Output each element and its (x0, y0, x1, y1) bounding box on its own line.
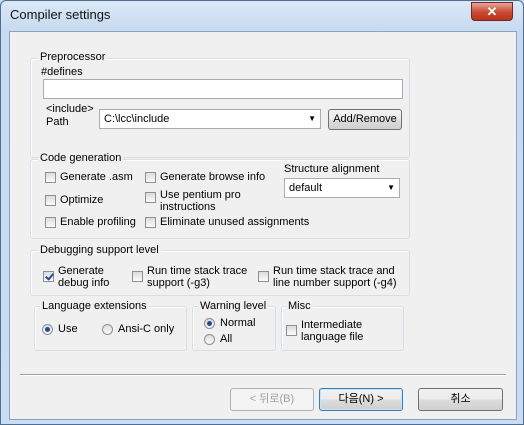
include-path-combobox[interactable]: C:\lcc\include ▼ (99, 109, 321, 129)
defines-label: #defines (41, 66, 83, 78)
defines-input[interactable] (43, 79, 403, 99)
intermediate-language-checkbox[interactable] (286, 325, 297, 336)
bottom-separator (20, 374, 506, 376)
code-generation-group-label: Code generation (38, 152, 124, 164)
close-icon: ✕ (486, 4, 498, 19)
enable-profiling-label: Enable profiling (60, 216, 136, 228)
eliminate-unused-label: Eliminate unused assignments (160, 216, 310, 228)
debugging-support-group-label: Debugging support level (38, 244, 161, 256)
warning-all-label: All (220, 333, 233, 345)
optimize-checkbox[interactable] (45, 195, 56, 206)
misc-group-label: Misc (286, 300, 313, 312)
stack-trace-g4-label: Run time stack trace and (273, 265, 395, 277)
include-label: <include> (46, 103, 94, 115)
generate-debug-info-checkbox[interactable] (43, 271, 54, 282)
generate-asm-label: Generate .asm (60, 171, 133, 183)
stack-trace-g3-checkbox[interactable] (132, 271, 143, 282)
language-ansi-label: Ansi-C only (118, 323, 175, 335)
include-path-value: C:\lcc\include (104, 113, 170, 125)
intermediate-language-label: Intermediate (301, 319, 363, 331)
cancel-button[interactable]: 취소 (418, 388, 503, 411)
language-use-radio[interactable] (42, 324, 53, 335)
generate-browse-info-checkbox[interactable] (145, 172, 156, 183)
generate-browse-info-label: Generate browse info (160, 171, 266, 183)
preprocessor-group-label: Preprocessor (38, 51, 108, 63)
next-button-label: 다음(N) > (338, 393, 384, 405)
language-use-label: Use (58, 323, 78, 335)
stack-trace-g4-label-line2: line number support (-g4) (273, 277, 397, 289)
stack-trace-g4-checkbox[interactable] (258, 271, 269, 282)
structure-alignment-label: Structure alignment (284, 163, 380, 175)
dialog-window: Compiler settings ✕ Preprocessor #define… (0, 0, 524, 425)
window-title: Compiler settings (10, 7, 111, 22)
optimize-label: Optimize (60, 194, 104, 206)
use-pentium-pro-label: Use pentium pro (160, 189, 241, 201)
eliminate-unused-checkbox[interactable] (145, 217, 156, 228)
close-button[interactable]: ✕ (471, 2, 513, 21)
next-button[interactable]: 다음(N) > (319, 388, 403, 411)
language-ansi-radio[interactable] (102, 324, 113, 335)
add-remove-label: Add/Remove (333, 113, 397, 125)
chevron-down-icon: ▼ (387, 183, 395, 192)
warning-normal-radio[interactable] (204, 318, 215, 329)
generate-asm-checkbox[interactable] (45, 172, 56, 183)
chevron-down-icon: ▼ (308, 114, 316, 123)
dialog-client-area: Preprocessor #defines <include> Path C:\… (9, 31, 517, 420)
warning-level-group-label: Warning level (198, 300, 269, 312)
enable-profiling-checkbox[interactable] (45, 217, 56, 228)
warning-normal-label: Normal (220, 317, 256, 329)
stack-trace-g3-label: Run time stack trace (147, 265, 248, 277)
structure-alignment-value: default (289, 182, 323, 194)
generate-debug-info-label-line2: debug info (58, 277, 110, 289)
structure-alignment-combobox[interactable]: default ▼ (284, 178, 400, 198)
intermediate-language-label-line2: language file (301, 331, 364, 343)
generate-debug-info-label: Generate (58, 265, 104, 277)
warning-all-radio[interactable] (204, 334, 215, 345)
cancel-button-label: 취소 (450, 393, 471, 405)
use-pentium-pro-label-line2: instructions (160, 201, 216, 213)
add-remove-button[interactable]: Add/Remove (328, 109, 402, 130)
use-pentium-pro-checkbox[interactable] (145, 192, 156, 203)
language-extensions-group-label: Language extensions (40, 300, 149, 312)
back-button-label: < 뒤로(B) (249, 393, 295, 405)
include-path-label: Path (46, 116, 69, 128)
back-button[interactable]: < 뒤로(B) (230, 388, 314, 411)
stack-trace-g3-label-line2: support (-g3) (147, 277, 210, 289)
